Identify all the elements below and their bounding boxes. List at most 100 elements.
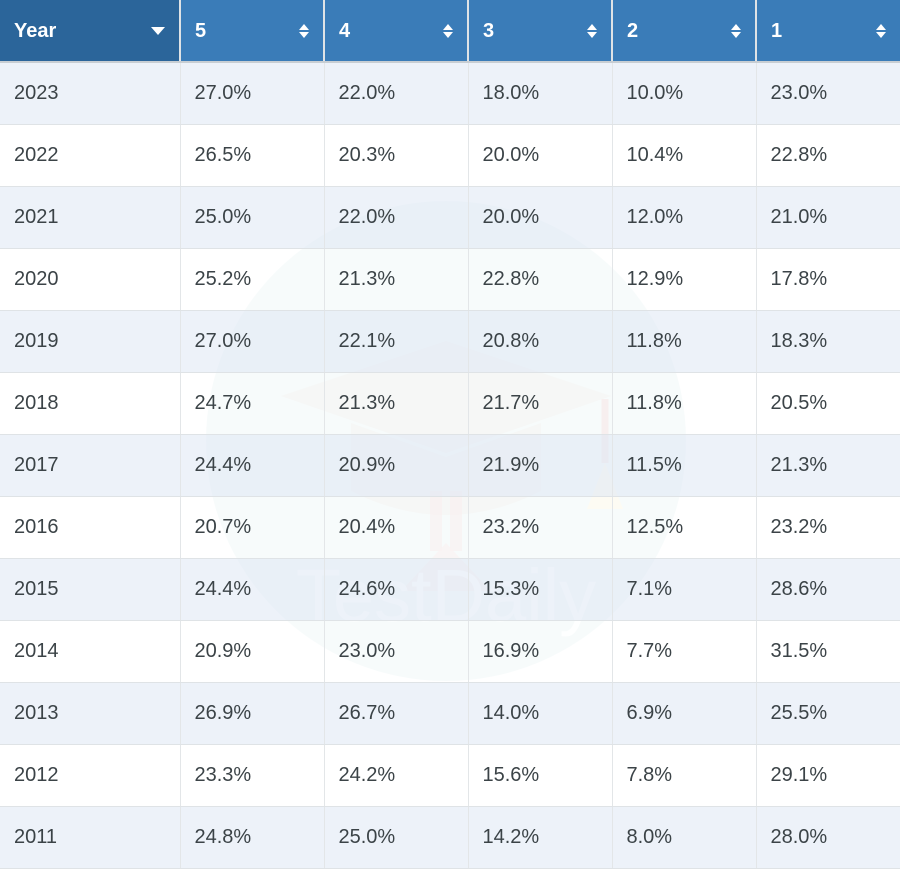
table-row: 2014 20.9% 23.0% 16.9% 7.7% 31.5% — [0, 620, 900, 683]
cell-score-5: 24.8% — [180, 806, 325, 869]
column-header-5[interactable]: 5 — [180, 0, 325, 63]
cell-score-3: 14.0% — [468, 682, 613, 745]
cell-year: 2020 — [0, 248, 181, 311]
cell-score-1: 21.3% — [756, 434, 900, 497]
cell-year: 2019 — [0, 310, 181, 373]
cell-year: 2016 — [0, 496, 181, 559]
cell-score-4: 22.0% — [324, 62, 469, 125]
cell-score-2: 12.5% — [612, 496, 757, 559]
cell-score-1: 20.5% — [756, 372, 900, 435]
cell-score-4: 24.6% — [324, 558, 469, 621]
cell-score-3: 18.0% — [468, 62, 613, 125]
cell-score-4: 21.3% — [324, 248, 469, 311]
cell-score-5: 26.9% — [180, 682, 325, 745]
column-header-year-label: Year — [14, 19, 57, 42]
cell-score-2: 6.9% — [612, 682, 757, 745]
cell-score-2: 12.9% — [612, 248, 757, 311]
cell-score-3: 20.0% — [468, 186, 613, 249]
cell-year: 2021 — [0, 186, 181, 249]
cell-score-3: 21.9% — [468, 434, 613, 497]
cell-score-4: 22.0% — [324, 186, 469, 249]
column-header-year[interactable]: Year — [0, 0, 181, 63]
cell-score-1: 23.2% — [756, 496, 900, 559]
cell-score-1: 17.8% — [756, 248, 900, 311]
cell-year: 2014 — [0, 620, 181, 683]
cell-score-5: 24.4% — [180, 434, 325, 497]
table-row: 2012 23.3% 24.2% 15.6% 7.8% 29.1% — [0, 744, 900, 807]
sort-updown-icon[interactable] — [731, 23, 741, 38]
cell-score-2: 8.0% — [612, 806, 757, 869]
cell-score-4: 24.2% — [324, 744, 469, 807]
score-distribution-table-panel: TestDaily Year 5 — [0, 0, 900, 869]
cell-year: 2013 — [0, 682, 181, 745]
sort-updown-icon[interactable] — [587, 23, 597, 38]
cell-score-4: 23.0% — [324, 620, 469, 683]
cell-score-2: 7.1% — [612, 558, 757, 621]
column-header-3-label: 3 — [483, 19, 495, 42]
cell-score-3: 20.0% — [468, 124, 613, 187]
cell-score-3: 20.8% — [468, 310, 613, 373]
cell-score-2: 11.8% — [612, 310, 757, 373]
cell-score-1: 18.3% — [756, 310, 900, 373]
sort-updown-icon[interactable] — [876, 23, 886, 38]
column-header-1[interactable]: 1 — [756, 0, 900, 63]
cell-year: 2022 — [0, 124, 181, 187]
cell-year: 2015 — [0, 558, 181, 621]
cell-score-3: 15.3% — [468, 558, 613, 621]
cell-score-2: 10.4% — [612, 124, 757, 187]
cell-score-4: 26.7% — [324, 682, 469, 745]
column-header-1-label: 1 — [771, 19, 783, 42]
cell-score-2: 7.8% — [612, 744, 757, 807]
column-header-4-label: 4 — [339, 19, 351, 42]
cell-score-1: 28.0% — [756, 806, 900, 869]
cell-score-5: 20.7% — [180, 496, 325, 559]
cell-score-1: 25.5% — [756, 682, 900, 745]
cell-score-4: 22.1% — [324, 310, 469, 373]
column-header-2-label: 2 — [627, 19, 639, 42]
caret-down-icon[interactable] — [151, 26, 165, 35]
sort-updown-icon[interactable] — [299, 23, 309, 38]
table-row: 2020 25.2% 21.3% 22.8% 12.9% 17.8% — [0, 248, 900, 311]
cell-score-5: 24.7% — [180, 372, 325, 435]
cell-year: 2017 — [0, 434, 181, 497]
cell-score-2: 11.8% — [612, 372, 757, 435]
cell-score-4: 20.4% — [324, 496, 469, 559]
table-row: 2018 24.7% 21.3% 21.7% 11.8% 20.5% — [0, 372, 900, 435]
table-row: 2022 26.5% 20.3% 20.0% 10.4% 22.8% — [0, 124, 900, 187]
cell-score-4: 21.3% — [324, 372, 469, 435]
table-row: 2017 24.4% 20.9% 21.9% 11.5% 21.3% — [0, 434, 900, 497]
table-row: 2011 24.8% 25.0% 14.2% 8.0% 28.0% — [0, 806, 900, 869]
cell-year: 2011 — [0, 806, 181, 869]
cell-score-4: 25.0% — [324, 806, 469, 869]
table-body: 2023 27.0% 22.0% 18.0% 10.0% 23.0% 2022 26.5% 20… — [0, 62, 900, 869]
cell-year: 2018 — [0, 372, 181, 435]
table-header-row: Year 5 4 3 2 1 — [0, 0, 900, 63]
table-header: Year 5 4 3 2 1 — [0, 0, 900, 63]
cell-score-3: 14.2% — [468, 806, 613, 869]
cell-year: 2012 — [0, 744, 181, 807]
column-header-4[interactable]: 4 — [324, 0, 469, 63]
table-row: 2021 25.0% 22.0% 20.0% 12.0% 21.0% — [0, 186, 900, 249]
cell-score-5: 25.2% — [180, 248, 325, 311]
cell-score-3: 21.7% — [468, 372, 613, 435]
cell-score-4: 20.3% — [324, 124, 469, 187]
column-header-3[interactable]: 3 — [468, 0, 613, 63]
cell-score-5: 24.4% — [180, 558, 325, 621]
column-header-2[interactable]: 2 — [612, 0, 757, 63]
table-row: 2015 24.4% 24.6% 15.3% 7.1% 28.6% — [0, 558, 900, 621]
cell-year: 2023 — [0, 62, 181, 125]
cell-score-5: 25.0% — [180, 186, 325, 249]
cell-score-1: 23.0% — [756, 62, 900, 125]
cell-score-3: 22.8% — [468, 248, 613, 311]
cell-score-2: 12.0% — [612, 186, 757, 249]
sort-updown-icon[interactable] — [443, 23, 453, 38]
score-distribution-table: Year 5 4 3 2 1 2023 27.0% 22.0% 18.0% 10… — [0, 0, 900, 869]
cell-score-4: 20.9% — [324, 434, 469, 497]
cell-score-5: 26.5% — [180, 124, 325, 187]
column-header-5-label: 5 — [195, 19, 207, 42]
cell-score-1: 29.1% — [756, 744, 900, 807]
cell-score-3: 23.2% — [468, 496, 613, 559]
cell-score-1: 21.0% — [756, 186, 900, 249]
cell-score-3: 16.9% — [468, 620, 613, 683]
cell-score-1: 31.5% — [756, 620, 900, 683]
